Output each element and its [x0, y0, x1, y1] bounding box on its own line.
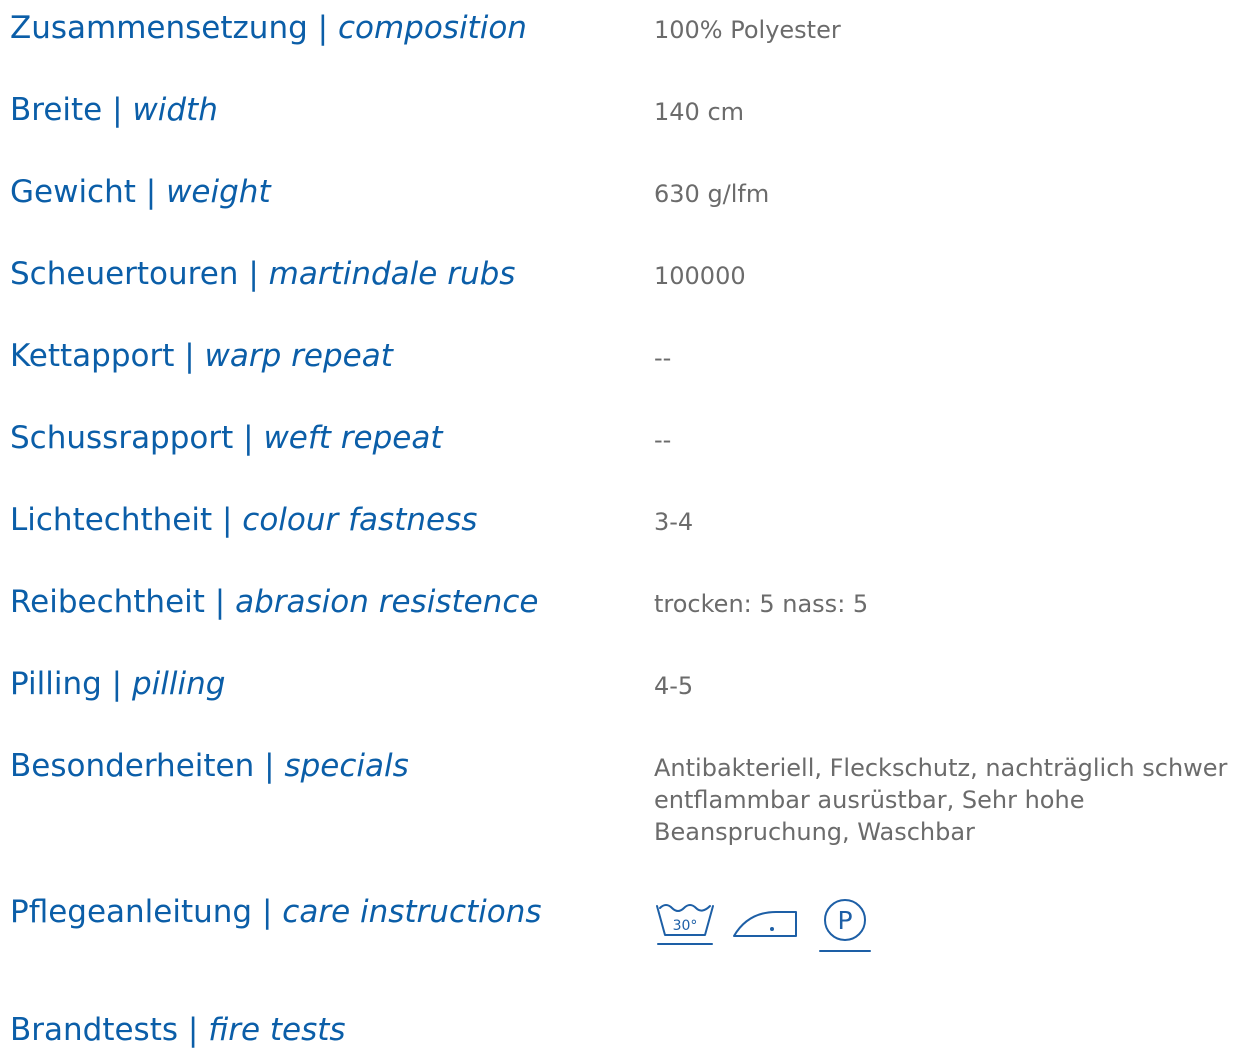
spec-value: trocken: 5 nass: 5: [654, 590, 869, 618]
spec-value: 100000: [654, 262, 746, 290]
spec-label: Zusammensetzung | composition: [10, 10, 527, 46]
professional-dry-clean-p-icon: P: [819, 899, 871, 952]
spec-value: --: [654, 344, 672, 372]
spec-value: 630 g/lfm: [654, 180, 770, 208]
spec-label: Lichtechtheit | colour fastness: [10, 502, 478, 538]
spec-label: Reibechtheit | abrasion resistence: [10, 584, 539, 620]
spec-value: --: [654, 426, 672, 454]
spec-label: Gewicht | weight: [10, 174, 271, 210]
spec-label: Scheuertouren | martindale rubs: [10, 256, 516, 292]
dry-clean-letter: P: [837, 906, 852, 935]
spec-label: Brandtests | fire tests: [10, 1012, 346, 1048]
spec-label: Pilling | pilling: [10, 666, 226, 702]
spec-label: Breite | width: [10, 92, 218, 128]
iron-one-dot-icon: [733, 911, 797, 937]
spec-label: Kettapport | warp repeat: [10, 338, 393, 374]
fabric-specifications: Zusammensetzung | composition 100% Polye…: [0, 0, 1241, 1050]
wash-temperature-label: 30°: [673, 918, 698, 934]
spec-label: Schussrapport | weft repeat: [10, 420, 443, 456]
spec-label: Besonderheiten | specials: [10, 748, 409, 784]
spec-value: 140 cm: [654, 98, 745, 126]
spec-value: 100% Polyester: [654, 16, 841, 44]
care-icons: 30° P: [654, 894, 878, 958]
spec-value: Antibakteriell, Fleckschutz, nachträglic…: [654, 754, 1228, 846]
spec-value: 3-4: [654, 508, 694, 536]
wash-30-icon: 30°: [656, 904, 714, 945]
spec-value: 4-5: [654, 672, 694, 700]
spec-label: Pflegeanleitung | care instructions: [10, 894, 542, 930]
